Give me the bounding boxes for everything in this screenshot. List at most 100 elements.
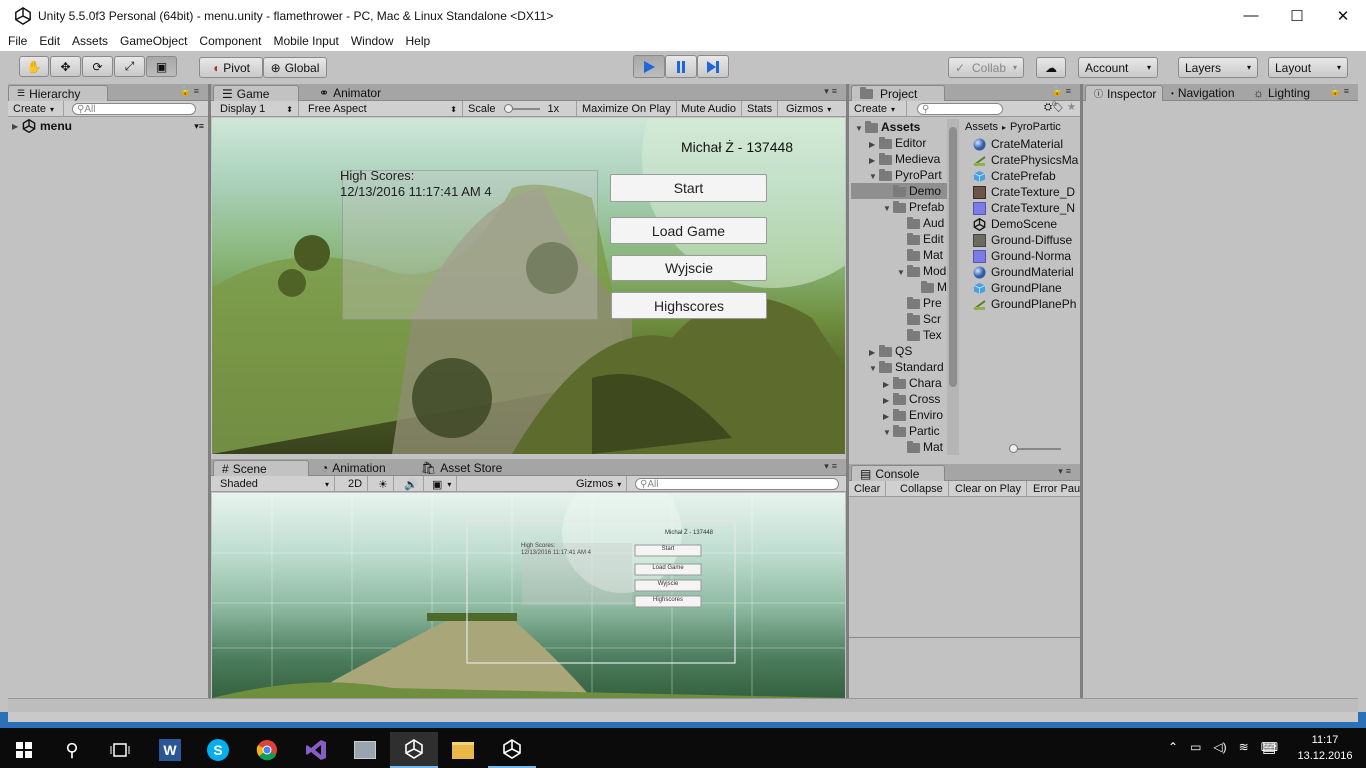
remote-desktop-button[interactable] [341,732,389,768]
menu-gameobject[interactable]: GameObject [120,34,187,48]
project-tree-item[interactable]: Scr [851,311,947,327]
project-tree-item[interactable]: ▼ Standard [851,359,947,375]
hierarchy-create-button[interactable]: Create ▾ [8,101,64,117]
gizmos-dropdown[interactable]: Gizmos ▾ [781,101,836,117]
menu-window[interactable]: Window [351,34,394,48]
word-button[interactable]: W [146,732,194,768]
effects-dropdown[interactable]: ▣ ▾ [427,476,458,492]
tab-scene[interactable]: # Scene [213,460,309,476]
aspect-dropdown[interactable]: Free Aspect ⬍ [303,101,463,117]
2d-toggle[interactable]: 2D [343,476,369,492]
highscores-button[interactable]: Highscores [611,292,767,319]
panel-menu-icon[interactable]: ▾≡ [824,461,840,472]
shading-dropdown[interactable]: Shaded ▾ [215,476,335,492]
load-game-button[interactable]: Load Game [610,217,767,244]
lock-icon[interactable]: 🔒≡ [1330,86,1352,97]
menu-file[interactable]: File [8,34,27,48]
asset-item[interactable]: GroundMaterial [973,264,1080,280]
project-tree-item[interactable]: ▶ Editor [851,135,947,151]
panel-menu-icon[interactable]: ▾≡ [1058,466,1074,477]
game-viewport[interactable]: High Scores: 12/13/2016 11:17:41 AM 4 Mi… [212,118,845,454]
scale-slider[interactable]: Scale 1x [463,101,577,117]
panel-menu-icon[interactable]: ▾≡ [824,86,840,97]
task-view-button[interactable] [96,732,144,768]
visual-studio-button[interactable] [292,732,340,768]
layers-dropdown[interactable]: Layers ▾ [1178,57,1258,78]
menu-mobile-input[interactable]: Mobile Input [273,34,338,48]
project-tree-item[interactable]: Mat [851,439,947,455]
chevron-up-icon[interactable]: ⌃ [1168,740,1178,754]
menu-help[interactable]: Help [406,34,431,48]
audio-toggle[interactable]: 🔊 [399,476,424,492]
project-tree-item[interactable]: M [851,279,947,295]
breadcrumb-assets[interactable]: Assets [965,121,998,133]
menu-edit[interactable]: Edit [39,34,60,48]
console-clear-button[interactable]: Clear [849,481,887,497]
project-tree-item[interactable]: Demo [851,183,947,199]
tree-scrollbar[interactable] [947,119,959,455]
project-tree-item[interactable]: ▼ Prefab [851,199,947,215]
tab-game[interactable]: ☰ Game [213,85,299,101]
console-detail-area[interactable] [849,639,1080,698]
console-collapse-button[interactable]: Collapse [895,481,949,497]
skype-button[interactable]: S [194,732,242,768]
menu-component[interactable]: Component [199,34,261,48]
display-dropdown[interactable]: Display 1 ⬍ [215,101,299,117]
console-log-area[interactable] [849,498,1080,638]
play-button[interactable] [633,55,665,78]
start-button[interactable]: Start [610,174,767,202]
project-tree-item[interactable]: ▼ Assets [851,119,947,135]
start-button[interactable] [0,732,48,768]
project-search-input[interactable]: ⚲ [917,103,1003,115]
scale-slider-track[interactable] [503,104,540,113]
hierarchy-search-input[interactable]: ⚲ All [72,103,196,115]
project-create-button[interactable]: Create ▾ [849,101,907,117]
project-tree-item[interactable]: Pre [851,295,947,311]
hierarchy-scene-row[interactable]: ▶ menu ▾≡ [8,118,208,134]
tab-lighting[interactable]: ☼ Lighting [1245,85,1318,101]
project-tree-item[interactable]: ▶ Enviro [851,407,947,423]
tab-asset-store[interactable]: 🛍 Asset Store [413,460,510,476]
volume-icon[interactable]: ◁) [1213,740,1226,754]
asset-item[interactable]: CrateMaterial [973,136,1080,152]
icon-size-slider[interactable] [1009,444,1061,453]
asset-item[interactable]: Ground-Diffuse [973,232,1080,248]
filter-label-icon[interactable]: 🏷 [1051,102,1064,113]
favorite-star-icon[interactable]: ★ [1067,102,1076,113]
asset-item[interactable]: GroundPlanePh [973,296,1080,312]
layout-dropdown[interactable]: Layout ▾ [1268,57,1348,78]
pause-button[interactable] [665,55,697,78]
lock-icon[interactable]: 🔒≡ [180,86,202,97]
cloud-button[interactable]: ☁ [1036,57,1066,78]
notifications-icon[interactable]: ▤ [1262,738,1276,756]
breadcrumb-pyro[interactable]: PyroPartic [1010,121,1061,133]
maximize-button[interactable]: ☐ [1274,0,1320,31]
asset-item[interactable]: CratePrefab [973,168,1080,184]
project-tree-item[interactable]: ▼ Mod [851,263,947,279]
minimize-button[interactable]: — [1228,0,1274,31]
lock-icon[interactable]: 🔒≡ [1052,86,1074,97]
asset-item[interactable]: CrateTexture_N [973,200,1080,216]
project-tree-item[interactable]: Tex [851,327,947,343]
close-button[interactable]: ✕ [1320,0,1366,31]
tab-inspector[interactable]: ⓘ Inspector [1085,85,1163,101]
asset-item[interactable]: Ground-Norma [973,248,1080,264]
scene-search-input[interactable]: ⚲ All [635,478,839,490]
chrome-button[interactable] [243,732,291,768]
tab-animation[interactable]: ◔ Animation [313,460,394,476]
project-tree-item[interactable]: ▼ Partic [851,423,947,439]
mute-audio-toggle[interactable]: Mute Audio [676,101,743,117]
tab-hierarchy[interactable]: ☰ Hierarchy [8,85,108,101]
wifi-icon[interactable]: ≋ [1239,740,1249,754]
step-button[interactable] [697,55,729,78]
file-explorer-button[interactable] [439,732,487,768]
scale-slider-thumb[interactable] [503,104,513,113]
console-clear-on-play-button[interactable]: Clear on Play [950,481,1028,497]
asset-item[interactable]: CratePhysicsMa [973,152,1080,168]
account-dropdown[interactable]: Account ▾ [1078,57,1158,78]
project-tree-item[interactable]: Edit [851,231,947,247]
lighting-toggle[interactable]: ☀ [373,476,394,492]
project-tree-item[interactable]: Aud [851,215,947,231]
scale-tool-button[interactable]: ⤢ [114,56,145,77]
exit-button[interactable]: Wyjscie [611,255,767,281]
